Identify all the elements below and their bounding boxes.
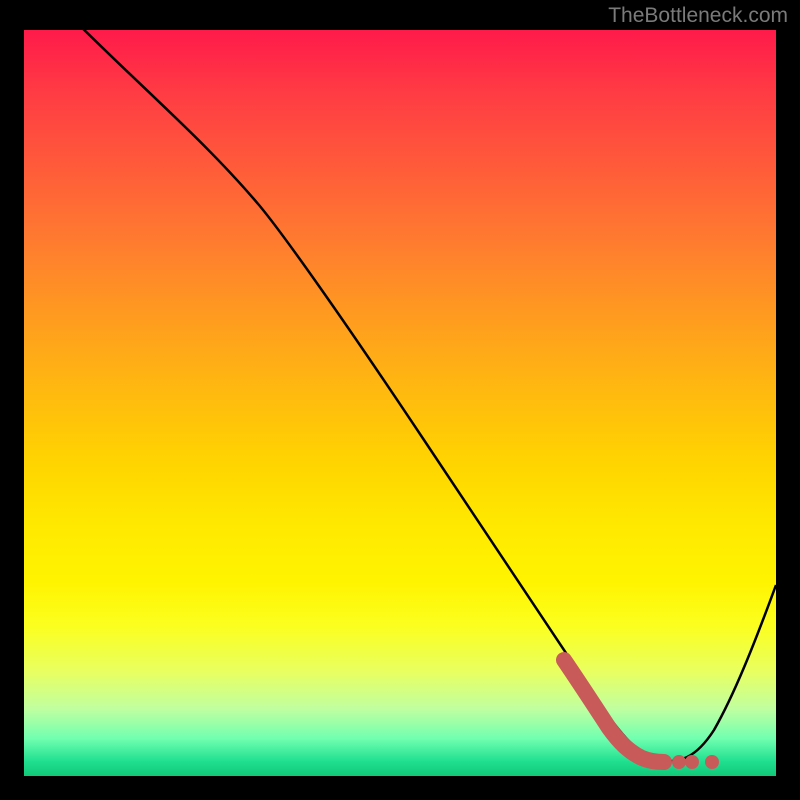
optimum-dot [685,755,699,769]
optimum-zone-stroke [564,660,664,762]
chart-svg [24,30,776,776]
chart-container: TheBottleneck.com [0,0,800,800]
watermark-text: TheBottleneck.com [608,4,788,28]
optimum-dot [672,755,686,769]
optimum-dot [705,755,719,769]
bottleneck-curve [64,30,776,761]
plot-area [24,30,776,776]
